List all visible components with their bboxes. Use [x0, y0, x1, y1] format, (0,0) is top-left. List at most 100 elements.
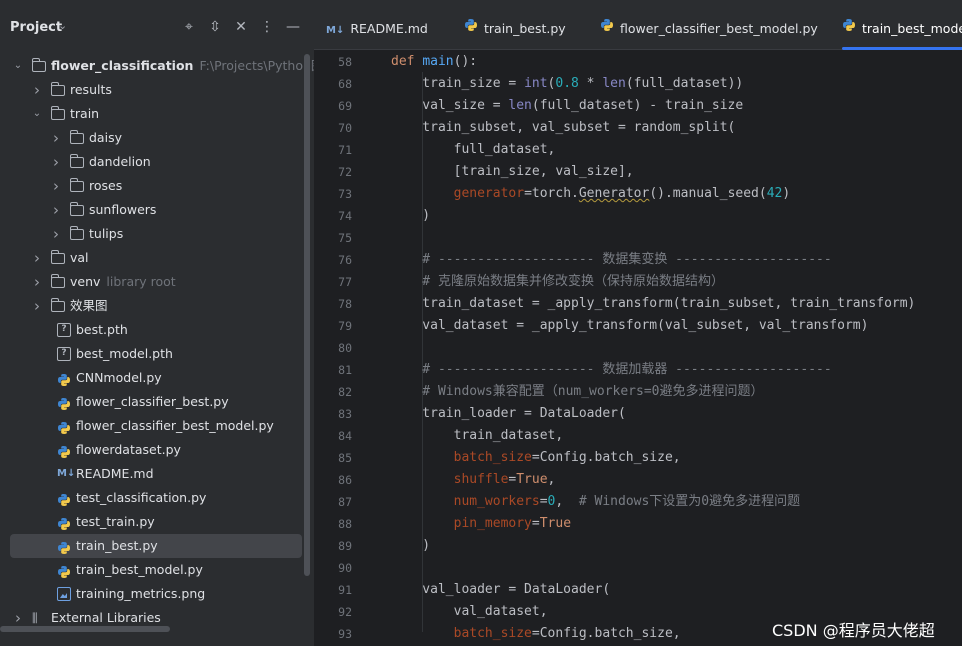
- code-line[interactable]: # -------------------- 数据集变换 -----------…: [391, 249, 831, 271]
- tree-item-name: daisy: [89, 130, 122, 145]
- tree-item-readme-md[interactable]: M↓ README.md: [0, 462, 314, 486]
- tree-item-flowerdataset-py[interactable]: flowerdataset.py: [0, 438, 314, 462]
- tree-item-test-classification-py[interactable]: test_classification.py: [0, 486, 314, 510]
- code-token: val_size =: [391, 98, 509, 113]
- chevron-down-icon[interactable]: ⌄: [31, 102, 43, 126]
- chevron-right-icon[interactable]: ›: [31, 78, 43, 102]
- chevron-right-icon[interactable]: ›: [50, 150, 62, 174]
- code-line[interactable]: train_dataset = _apply_transform(train_s…: [391, 293, 915, 315]
- code-line[interactable]: batch_size=Config.batch_size,: [391, 623, 681, 645]
- chevron-right-icon[interactable]: ›: [31, 270, 43, 294]
- tree-item-label: 效果图: [70, 294, 108, 318]
- line-number: 81: [338, 363, 352, 377]
- code-line[interactable]: val_dataset,: [391, 601, 548, 623]
- locate-icon[interactable]: ⌖: [179, 17, 199, 37]
- chevron-right-icon[interactable]: ›: [50, 174, 62, 198]
- code-line[interactable]: train_dataset,: [391, 425, 564, 447]
- code-line[interactable]: batch_size=Config.batch_size,: [391, 447, 681, 469]
- tab-train-best-model[interactable]: train_best_model: [842, 0, 962, 50]
- code-token: ): [782, 186, 791, 201]
- tab-flower-classifier-best-model-py[interactable]: flower_classifier_best_model.py: [600, 0, 818, 50]
- python-file-icon: [57, 539, 71, 554]
- line-number: 91: [338, 583, 352, 597]
- tree-item-name: tulips: [89, 226, 124, 241]
- code-line[interactable]: [train_size, val_size],: [391, 161, 634, 183]
- tree-item-label: flower_classifier_best_model.py: [76, 414, 274, 438]
- code-token: =Config.batch_size,: [531, 626, 681, 641]
- tab-readme-md[interactable]: M↓ README.md: [326, 0, 428, 50]
- code-line[interactable]: ): [391, 205, 430, 227]
- line-number: 90: [338, 561, 352, 575]
- tree-item-name: sunflowers: [89, 202, 157, 217]
- tree-item-flower-classification[interactable]: ⌄ flower_classification F:\Projects\Python…: [0, 54, 314, 78]
- code-line[interactable]: shuffle=True,: [391, 469, 556, 491]
- tree-item-label: best.pth: [76, 318, 128, 342]
- tree-item-test-train-py[interactable]: test_train.py: [0, 510, 314, 534]
- tree-item-cnnmodel-py[interactable]: CNNmodel.py: [0, 366, 314, 390]
- code-line[interactable]: ): [391, 535, 430, 557]
- tree-item-flower-classifier-best-model-py[interactable]: flower_classifier_best_model.py: [0, 414, 314, 438]
- project-vertical-scrollbar[interactable]: [304, 54, 310, 576]
- tree-item-roses[interactable]: › roses: [0, 174, 314, 198]
- expand-collapse-icon[interactable]: ⇳: [205, 17, 225, 37]
- code-line[interactable]: def main():: [391, 51, 477, 73]
- tree-item-label: flower_classifier_best.py: [76, 390, 229, 414]
- code-line[interactable]: # 克隆原始数据集并修改变换（保持原始数据结构）: [391, 271, 724, 293]
- more-options-icon[interactable]: ⋮: [257, 17, 277, 37]
- tree-item-training-metrics-png[interactable]: training_metrics.png: [0, 582, 314, 606]
- tree-item-best-pth[interactable]: ? best.pth: [0, 318, 314, 342]
- tree-item-name: dandelion: [89, 154, 151, 169]
- code-line[interactable]: # Windows兼容配置（num_workers=0避免多进程问题）: [391, 381, 763, 403]
- chevron-right-icon[interactable]: ›: [50, 126, 62, 150]
- code-line[interactable]: val_size = len(full_dataset) - train_siz…: [391, 95, 743, 117]
- project-title[interactable]: Project: [10, 20, 62, 35]
- code-line[interactable]: val_dataset = _apply_transform(val_subse…: [391, 315, 868, 337]
- tree-item-name: test_train.py: [76, 514, 155, 529]
- folder-icon: [50, 106, 65, 120]
- tree-item-dandelion[interactable]: › dandelion: [0, 150, 314, 174]
- chevron-down-icon[interactable]: ⌄: [12, 54, 24, 78]
- code-line[interactable]: train_size = int(0.8 * len(full_dataset)…: [391, 73, 743, 95]
- tree-item-label: train_best_model.py: [76, 558, 203, 582]
- tab-train-best-py[interactable]: train_best.py: [464, 0, 566, 50]
- tree-item-label: flower_classification F:\Projects\Python图…: [51, 54, 314, 78]
- tree-item-name: val: [70, 250, 89, 265]
- project-horizontal-scrollbar[interactable]: [0, 626, 170, 632]
- code-token: val_loader = DataLoader(: [391, 582, 611, 597]
- code-line[interactable]: generator=torch.Generator().manual_seed(…: [391, 183, 791, 205]
- code-line[interactable]: full_dataset,: [391, 139, 556, 161]
- tree-item-val[interactable]: › val: [0, 246, 314, 270]
- tree-item-sunflowers[interactable]: › sunflowers: [0, 198, 314, 222]
- tree-item-train-best-py[interactable]: train_best.py: [0, 534, 314, 558]
- python-file-icon: [57, 371, 71, 386]
- code-line[interactable]: pin_memory=True: [391, 513, 571, 535]
- code-token: 42: [766, 186, 783, 201]
- code-line[interactable]: val_loader = DataLoader(: [391, 579, 610, 601]
- chevron-right-icon[interactable]: ›: [50, 198, 62, 222]
- folder-icon: [50, 250, 65, 264]
- code-line[interactable]: train_loader = DataLoader(: [391, 403, 626, 425]
- tree-item-name: train_best_model.py: [76, 562, 203, 577]
- collapse-all-icon[interactable]: ✕: [231, 17, 251, 37]
- tree-item-results[interactable]: › results: [0, 78, 314, 102]
- chevron-right-icon[interactable]: ›: [31, 294, 43, 318]
- tree-item-flower-classifier-best-py[interactable]: flower_classifier_best.py: [0, 390, 314, 414]
- tree-item-best-model-pth[interactable]: ? best_model.pth: [0, 342, 314, 366]
- tree-item-daisy[interactable]: › daisy: [0, 126, 314, 150]
- tree-item-tulips[interactable]: › tulips: [0, 222, 314, 246]
- chevron-down-icon[interactable]: ⌄: [58, 19, 67, 32]
- minimize-icon[interactable]: —: [283, 17, 303, 37]
- code-line[interactable]: train_subset, val_subset = random_split(: [391, 117, 735, 139]
- tree-item-train[interactable]: ⌄ train: [0, 102, 314, 126]
- chevron-right-icon[interactable]: ›: [50, 222, 62, 246]
- tree-item--[interactable]: › 效果图: [0, 294, 314, 318]
- code-token: main: [422, 54, 454, 69]
- code-line[interactable]: num_workers=0, # Windows下设置为0避免多进程问题: [391, 491, 801, 513]
- tree-item-label: daisy: [89, 126, 122, 150]
- chevron-right-icon[interactable]: ›: [31, 246, 43, 270]
- code-token: =torch.: [524, 186, 579, 201]
- tree-item-train-best-model-py[interactable]: train_best_model.py: [0, 558, 314, 582]
- tree-item-name: venv: [70, 274, 101, 289]
- tree-item-venv[interactable]: › venv library root: [0, 270, 314, 294]
- code-line[interactable]: # -------------------- 数据加载器 -----------…: [391, 359, 831, 381]
